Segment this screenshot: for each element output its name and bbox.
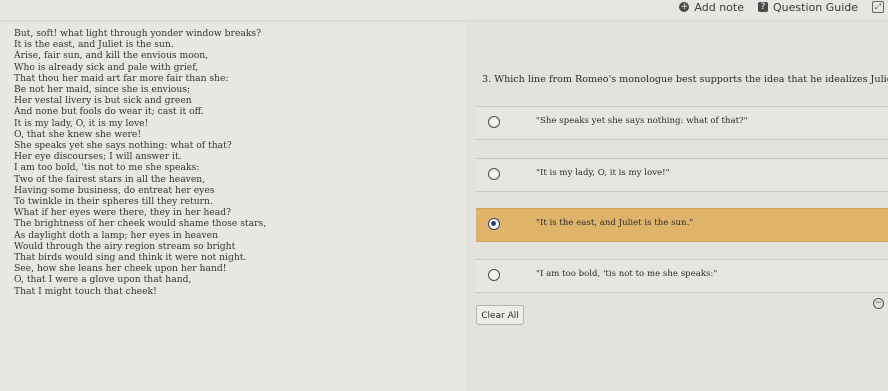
choice-label: "I am too bold, 'tis not to me she speak… xyxy=(536,269,718,279)
question-panel: 3. Which line from Romeo's monologue bes… xyxy=(466,22,888,391)
radio-button-selected[interactable] xyxy=(488,218,500,230)
question-guide-label: Question Guide xyxy=(773,0,858,14)
poem-line: O, that I were a glove upon that hand, xyxy=(14,274,192,286)
choice-label: "She speaks yet she says nothing: what o… xyxy=(536,116,748,126)
poem-line: Two of the fairest stars in all the heav… xyxy=(14,173,206,185)
choice-label: "It is the east, and Juliet is the sun." xyxy=(536,218,694,228)
poem-line: The brightness of her cheek would shame … xyxy=(14,218,267,230)
poem-line: She speaks yet she says nothing: what of… xyxy=(14,140,232,152)
poem-line: Who is already sick and pale with grief, xyxy=(14,61,199,73)
radio-button[interactable] xyxy=(488,168,500,180)
poem-line: Having some business, do entreat her eye… xyxy=(14,184,215,196)
radio-button[interactable] xyxy=(488,269,500,281)
poem-line: That birds would sing and think it were … xyxy=(14,252,247,264)
poem-text: But, soft! what light through yonder win… xyxy=(14,28,266,297)
poem-line: See, how she leans her cheek upon her ha… xyxy=(14,263,227,275)
add-note-label: Add note xyxy=(694,0,744,14)
passage-panel: But, soft! what light through yonder win… xyxy=(0,22,466,391)
answer-choice-1[interactable]: "She speaks yet she says nothing: what o… xyxy=(476,106,888,140)
poem-line: What if her eyes were there, they in her… xyxy=(14,207,232,219)
poem-line: I am too bold, 'tis not to me she speaks… xyxy=(14,162,200,174)
poem-line: That thou her maid art far more fair tha… xyxy=(14,72,229,84)
poem-line: Be not her maid, since she is envious; xyxy=(14,84,191,96)
poem-line: Arise, fair sun, and kill the envious mo… xyxy=(14,50,209,62)
answer-choice-4[interactable]: "I am too bold, 'tis not to me she speak… xyxy=(476,259,888,293)
poem-line: Her eye discourses; I will answer it. xyxy=(14,151,182,163)
question-guide-button[interactable]: ? Question Guide xyxy=(758,1,858,14)
poem-line: It is my lady, O, it is my love! xyxy=(14,117,149,129)
poem-line: It is the east, and Juliet is the sun. xyxy=(14,39,174,51)
question-prompt: 3. Which line from Romeo's monologue bes… xyxy=(482,74,888,85)
collapse-icon[interactable]: − xyxy=(873,298,884,309)
clear-all-button[interactable]: Clear All xyxy=(476,305,524,325)
poem-line: To twinkle in their spheres till they re… xyxy=(14,196,213,208)
plus-icon: + xyxy=(679,2,690,12)
radio-dot xyxy=(491,221,496,226)
toolbar: + Add note ? Question Guide ⤢ xyxy=(679,0,888,14)
poem-line: But, soft! what light through yonder win… xyxy=(14,28,262,39)
poem-line: And none but fools do wear it; cast it o… xyxy=(14,106,204,118)
radio-button[interactable] xyxy=(488,116,500,128)
answer-choice-3[interactable]: "It is the east, and Juliet is the sun." xyxy=(476,208,888,242)
add-note-button[interactable]: + Add note xyxy=(679,1,744,14)
expand-icon[interactable]: ⤢ xyxy=(872,1,884,13)
poem-line: Her vestal livery is but sick and green xyxy=(14,95,192,107)
poem-line: That I might touch that cheek! xyxy=(14,285,157,297)
poem-line: As daylight doth a lamp; her eyes in hea… xyxy=(14,229,218,241)
poem-line: Would through the airy region stream so … xyxy=(14,240,236,252)
poem-line: O, that she knew she were! xyxy=(14,128,142,140)
choice-label: "It is my lady, O, it is my love!" xyxy=(536,168,670,178)
answer-choice-2[interactable]: "It is my lady, O, it is my love!" xyxy=(476,158,888,192)
guide-icon: ? xyxy=(758,2,768,12)
